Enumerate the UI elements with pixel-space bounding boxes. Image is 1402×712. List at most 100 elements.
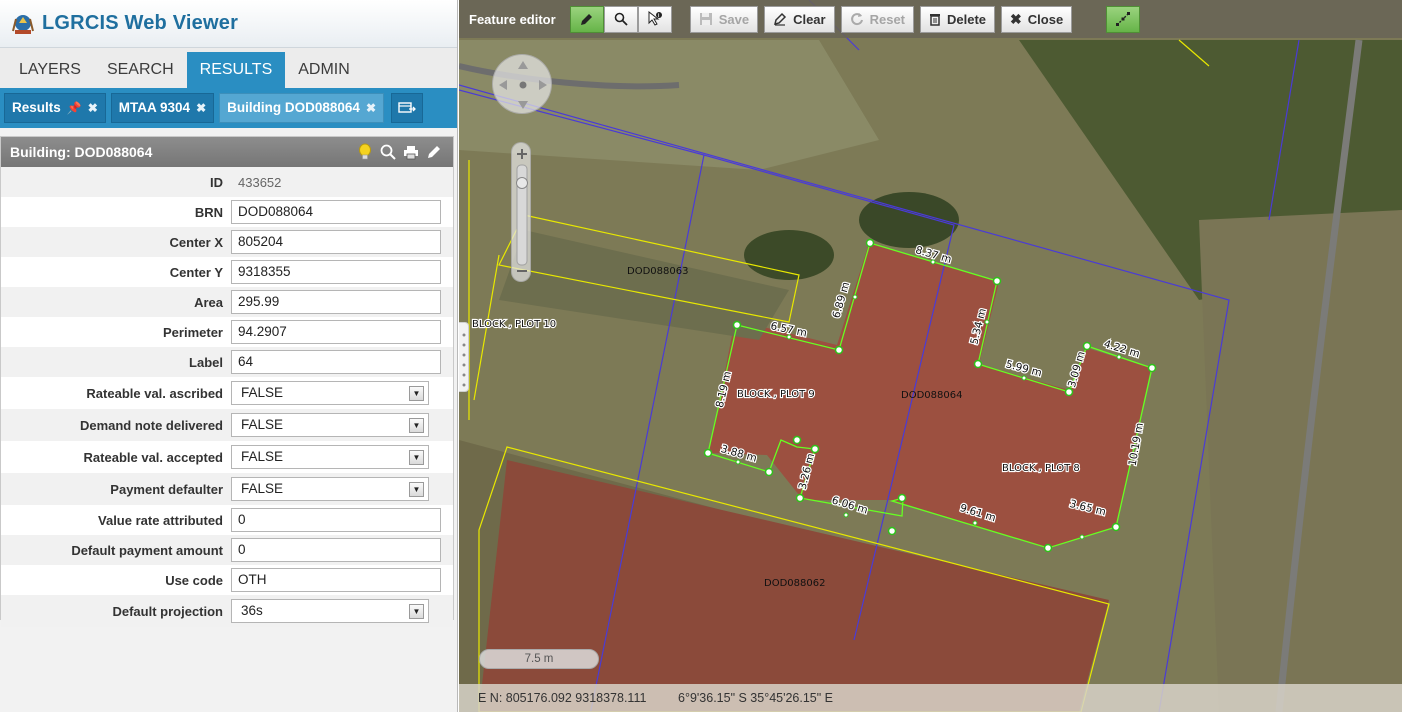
field-label: BRN (194, 204, 223, 220)
close-button[interactable]: ✖ Close (1001, 5, 1073, 33)
value-rate-input[interactable]: 0 (231, 508, 441, 532)
close-icon[interactable]: ✖ (196, 93, 206, 123)
table-view-button[interactable] (391, 93, 423, 123)
close-icon[interactable]: ✖ (88, 93, 98, 123)
app-title: LGRCIS Web Viewer (42, 12, 239, 34)
demand-note-select[interactable]: FALSE ▼ (231, 413, 429, 437)
rateable-ascribed-select[interactable]: FALSE ▼ (231, 381, 429, 405)
dropdown-arrow-icon[interactable]: ▼ (409, 450, 424, 465)
field-row-default-projection: Default projection 36s ▼ (1, 595, 453, 627)
field-label: ID (210, 174, 223, 190)
pin-icon[interactable]: 📌 (67, 93, 82, 123)
feature-editor-toolbar: Feature editor i Save Clear Reset Delete… (459, 0, 1402, 38)
result-tab-results[interactable]: Results 📌 ✖ (4, 93, 106, 123)
plot-label: BLOCK , PLOT 10 (472, 319, 556, 330)
result-tab-label: Building DOD088064 (227, 100, 360, 115)
tab-admin[interactable]: ADMIN (285, 52, 363, 88)
save-label: Save (718, 11, 750, 27)
field-label: Use code (165, 572, 223, 588)
result-tab-building[interactable]: Building DOD088064 ✖ (219, 93, 384, 123)
dropdown-arrow-icon[interactable]: ▼ (409, 482, 424, 497)
default-payment-input[interactable]: 0 (231, 538, 441, 562)
field-row-id: ID 433652 (1, 167, 453, 197)
label-input[interactable]: 64 (231, 350, 441, 374)
dropdown-arrow-icon[interactable]: ▼ (409, 604, 424, 619)
tab-results[interactable]: RESULTS (186, 52, 286, 88)
print-icon[interactable] (400, 141, 422, 163)
field-row-payment-defaulter: Payment defaulter FALSE ▼ (1, 473, 453, 505)
zoom-to-icon[interactable] (377, 141, 399, 163)
field-label: Payment defaulter (110, 481, 223, 497)
center-x-input[interactable]: 805204 (231, 230, 441, 254)
reset-button[interactable]: Reset (840, 5, 915, 33)
result-tab-mtaa[interactable]: MTAA 9304 ✖ (110, 93, 215, 123)
field-label: Rateable val. ascribed (86, 385, 223, 401)
field-label: Area (194, 294, 223, 310)
snapping-tool-button[interactable] (1106, 5, 1141, 33)
close-x-icon: ✖ (1010, 10, 1022, 27)
lightbulb-icon[interactable] (354, 141, 376, 163)
rateable-accepted-select[interactable]: FALSE ▼ (231, 445, 429, 469)
panel-header: Building: DOD088064 (1, 137, 453, 167)
yard-area (1199, 210, 1402, 712)
field-label: Center X (169, 234, 223, 250)
field-label: Label (189, 354, 223, 370)
aerial-map[interactable]: DOD088063 DOD088064 DOD088062 BLOCK , PL… (459, 0, 1402, 712)
id-value: 433652 (238, 174, 282, 190)
coords-en: E N: 805176.092 9318378.111 (478, 691, 647, 705)
center-y-input[interactable]: 9318355 (231, 260, 441, 284)
reset-icon (850, 13, 863, 26)
tab-layers[interactable]: LAYERS (6, 52, 94, 88)
eraser-icon (774, 12, 787, 26)
dropdown-arrow-icon[interactable]: ▼ (409, 386, 424, 401)
coordinate-status-bar: E N: 805176.092 9318378.111 6°9'36.15" S… (459, 684, 1402, 712)
zoom-controls-icon[interactable] (512, 143, 532, 283)
field-row-brn: BRN DOD088064 (1, 197, 453, 227)
coat-of-arms-logo (12, 14, 34, 34)
select-value: FALSE (241, 385, 284, 400)
close-icon[interactable]: ✖ (366, 93, 376, 123)
identify-tool-button[interactable]: i (637, 5, 672, 33)
plot-label: BLOCK , PLOT 9 (737, 389, 815, 400)
field-label: Value rate attributed (98, 512, 223, 528)
tab-search[interactable]: SEARCH (94, 52, 187, 88)
panel-title: Building: DOD088064 (10, 144, 153, 160)
default-projection-select[interactable]: 36s ▼ (231, 599, 429, 623)
main-tabs: LAYERS SEARCH RESULTS ADMIN (0, 48, 457, 88)
perimeter-input[interactable]: 94.2907 (231, 320, 441, 344)
parcel-label: DOD088063 (627, 266, 688, 277)
map-view[interactable]: DOD088063 DOD088064 DOD088062 BLOCK , PL… (459, 0, 1402, 712)
dropdown-arrow-icon[interactable]: ▼ (409, 418, 424, 433)
payment-defaulter-select[interactable]: FALSE ▼ (231, 477, 429, 501)
draw-tool-button[interactable] (569, 5, 604, 33)
pan-arrows-icon[interactable] (493, 55, 553, 115)
grip-dots-icon (462, 333, 466, 387)
left-panel: LGRCIS Web Viewer LAYERS SEARCH RESULTS … (0, 0, 458, 712)
select-value: FALSE (241, 417, 284, 432)
use-code-input[interactable]: OTH (231, 568, 441, 592)
field-row-use-code: Use code OTH (1, 565, 453, 595)
brn-input[interactable]: DOD088064 (231, 200, 441, 224)
floppy-disk-icon (699, 13, 712, 25)
area-input[interactable]: 295.99 (231, 290, 441, 314)
panel-splitter-handle[interactable] (459, 322, 469, 392)
search-tool-button[interactable] (603, 5, 638, 33)
field-row-value-rate: Value rate attributed 0 (1, 505, 453, 535)
scale-bar: 7.5 m (479, 649, 599, 669)
result-tab-label: MTAA 9304 (118, 100, 191, 115)
clear-button[interactable]: Clear (764, 5, 835, 33)
feature-details-panel: Building: DOD088064 ID 433652 BRN DOD088… (0, 136, 454, 627)
delete-button[interactable]: Delete (920, 5, 996, 33)
save-button[interactable]: Save (689, 5, 759, 33)
zoom-slider[interactable] (511, 142, 531, 282)
search-icon (614, 12, 628, 26)
field-label: Rateable val. accepted (83, 449, 223, 465)
select-value: FALSE (241, 481, 284, 496)
trash-icon (930, 14, 941, 26)
coords-geo: 6°9'36.15" S 35°45'26.15" E (678, 691, 834, 705)
edit-pencil-icon[interactable] (423, 141, 445, 163)
field-label: Default projection (112, 603, 223, 619)
pan-control[interactable] (492, 54, 552, 114)
parcel-label: DOD088064 (901, 390, 962, 401)
field-label: Center Y (169, 264, 223, 280)
